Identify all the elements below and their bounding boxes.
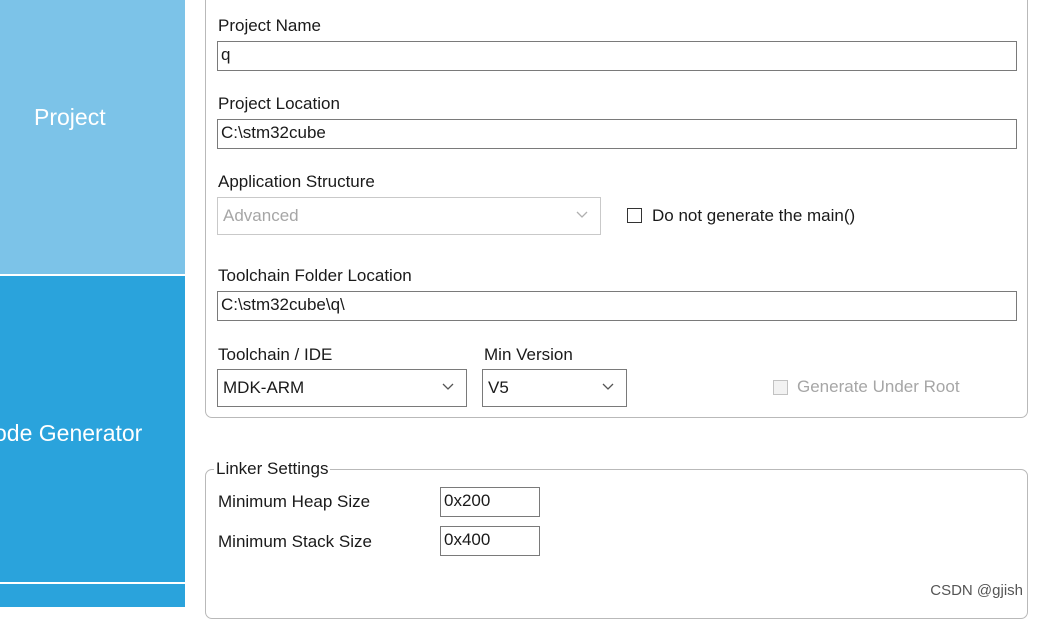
min-stack-input[interactable]: 0x400 [440,526,540,556]
toolchain-folder-input[interactable]: C:\stm32cube\q\ [217,291,1017,321]
min-heap-input[interactable]: 0x200 [440,487,540,517]
min-version-label: Min Version [484,345,573,364]
no-main-label: Do not generate the main() [652,206,856,225]
sidebar-item-next[interactable] [0,584,185,607]
application-structure-select: Advanced [217,197,601,235]
project-name-label: Project Name [218,16,321,35]
sidebar-item-project[interactable]: Project [0,0,185,274]
project-location-label: Project Location [218,94,340,113]
toolchain-folder-label: Toolchain Folder Location [218,266,412,285]
generate-under-root-label: Generate Under Root [797,377,960,396]
chevron-down-icon [602,383,614,390]
no-main-checkbox[interactable] [627,208,642,223]
sidebar-item-label: ode Generator [0,420,143,446]
min-version-select[interactable]: V5 [482,369,627,407]
linker-settings-title: Linker Settings [214,459,331,479]
project-name-input[interactable]: q [217,41,1017,71]
toolchain-ide-label: Toolchain / IDE [218,345,333,364]
application-structure-label: Application Structure [218,172,375,191]
sidebar-item-code-generator[interactable]: ode Generator [0,276,185,582]
min-stack-label: Minimum Stack Size [218,532,372,551]
sidebar: Project ode Generator [0,0,185,607]
toolchain-ide-select[interactable]: MDK-ARM [217,369,467,407]
toolchain-ide-value: MDK-ARM [223,378,305,397]
min-heap-label: Minimum Heap Size [218,492,371,511]
chevron-down-icon [442,383,454,390]
application-structure-value: Advanced [223,206,299,225]
min-version-value: V5 [488,378,509,397]
chevron-down-icon [576,211,588,218]
generate-under-root-checkbox [773,380,788,395]
project-location-input[interactable]: C:\stm32cube [217,119,1017,149]
watermark: CSDN @gjish [930,582,1023,599]
sidebar-item-label: Project [34,104,106,130]
